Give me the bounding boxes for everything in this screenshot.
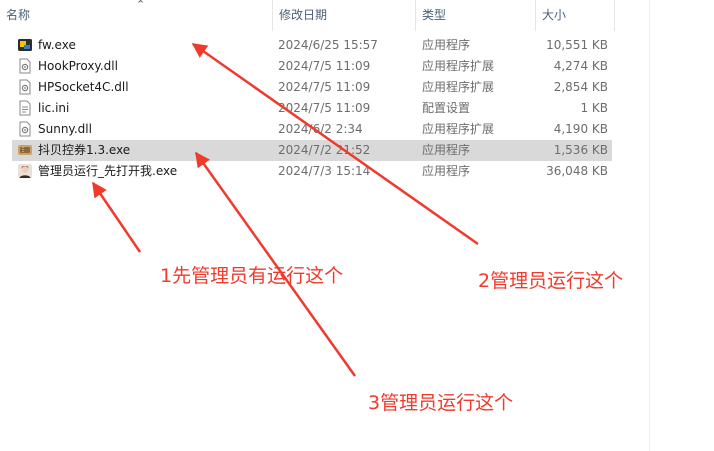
file-row[interactable]: fw.exe 2024/6/25 15:57 应用程序 10,551 KB — [12, 35, 612, 56]
app-exe-icon — [18, 39, 32, 51]
file-date: 2024/7/3 15:14 — [278, 164, 371, 178]
file-type: 应用程序 — [422, 164, 471, 178]
dll-file-icon — [19, 121, 31, 137]
annotation-step1: 1先管理员有运行这个 — [160, 265, 344, 287]
file-size: 36,048 KB — [546, 164, 608, 178]
column-header-size[interactable]: 大小 — [536, 0, 614, 31]
column-header-date[interactable]: 修改日期 — [273, 0, 415, 31]
file-type: 应用程序 — [422, 143, 471, 157]
column-header-bar: 名称 ⌃ 修改日期 类型 大小 — [0, 0, 650, 31]
column-header-date-label: 修改日期 — [279, 8, 328, 22]
file-row[interactable]: lic.ini 2024/7/5 11:09 配置设置 1 KB — [12, 98, 612, 119]
annotation-step2: 2管理员运行这个 — [478, 270, 624, 292]
dll-file-icon — [19, 58, 31, 74]
file-name: 管理员运行_先打开我.exe — [38, 164, 178, 178]
avatar-app-icon — [18, 164, 32, 178]
file-type: 应用程序扩展 — [422, 80, 495, 94]
file-row[interactable]: HPSocket4C.dll 2024/7/5 11:09 应用程序扩展 2,8… — [12, 77, 612, 98]
file-type: 应用程序 — [422, 38, 471, 52]
sort-ascending-icon: ⌃ — [136, 0, 146, 11]
file-name: lic.ini — [38, 101, 70, 115]
file-date: 2024/7/5 11:09 — [278, 101, 371, 115]
file-name: 抖贝控券1.3.exe — [38, 143, 131, 157]
pane-divider — [649, 0, 650, 451]
file-name: HookProxy.dll — [38, 59, 118, 73]
file-size: 4,190 KB — [553, 122, 608, 136]
file-size: 1,536 KB — [553, 143, 608, 157]
file-name: Sunny.dll — [38, 122, 92, 136]
file-row[interactable]: Sunny.dll 2024/6/2 2:34 应用程序扩展 4,190 KB — [12, 119, 612, 140]
arrow-to-step1-file — [91, 181, 142, 253]
column-header-type-label: 类型 — [422, 8, 447, 22]
file-row[interactable]: 管理员运行_先打开我.exe 2024/7/3 15:14 应用程序 36,04… — [12, 161, 612, 182]
file-name: fw.exe — [38, 38, 76, 52]
ini-file-icon — [19, 100, 31, 116]
file-row[interactable]: HookProxy.dll 2024/7/5 11:09 应用程序扩展 4,27… — [12, 56, 612, 77]
file-name: HPSocket4C.dll — [38, 80, 129, 94]
file-date: 2024/7/2 21:52 — [278, 143, 371, 157]
column-header-size-label: 大小 — [542, 8, 567, 22]
column-separator[interactable] — [614, 0, 615, 31]
file-date: 2024/7/5 11:09 — [278, 80, 371, 94]
file-type: 应用程序扩展 — [422, 122, 495, 136]
dll-file-icon — [19, 79, 31, 95]
file-size: 1 KB — [580, 101, 608, 115]
file-date: 2024/6/2 2:34 — [278, 122, 363, 136]
annotation-step3: 3管理员运行这个 — [368, 392, 514, 414]
column-header-name-label: 名称 — [6, 8, 31, 22]
file-row-selected[interactable]: 抖贝控券1.3.exe 2024/7/2 21:52 应用程序 1,536 KB — [12, 140, 612, 161]
column-header-type[interactable]: 类型 — [416, 0, 536, 31]
file-size: 10,551 KB — [546, 38, 608, 52]
file-date: 2024/7/5 11:09 — [278, 59, 371, 73]
coupon-app-icon — [18, 145, 32, 155]
file-type: 配置设置 — [422, 101, 471, 115]
file-size: 2,854 KB — [553, 80, 608, 94]
file-size: 4,274 KB — [553, 59, 608, 73]
file-date: 2024/6/25 15:57 — [278, 38, 378, 52]
file-type: 应用程序扩展 — [422, 59, 495, 73]
